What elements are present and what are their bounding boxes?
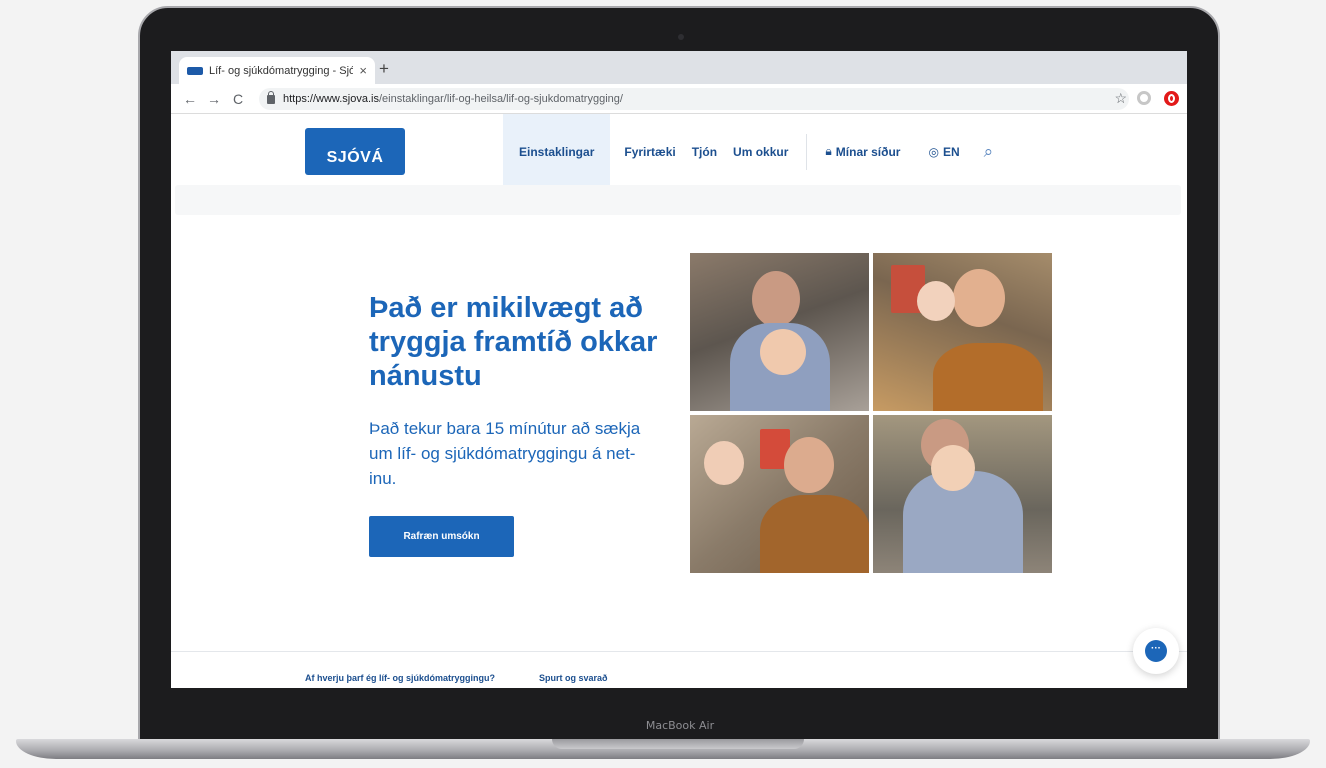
photo-mother-holding-baby (873, 415, 1052, 573)
section-divider (171, 651, 1187, 652)
site-header: SJÓVÁ Einstaklingar Fyrirtæki Tjón Um ok… (171, 114, 1187, 189)
nav-about[interactable]: Um okkur (725, 114, 796, 189)
photo-mother-baby (690, 253, 869, 411)
forward-button[interactable]: → (203, 91, 225, 107)
sub-navigation-bar (175, 185, 1181, 215)
sjova-logo[interactable]: SJÓVÁ (305, 128, 405, 175)
link-faq[interactable]: Spurt og svarað (539, 673, 608, 683)
photo-baby-pacifier (690, 415, 869, 573)
tab-title: Líf- og sjúkdómatrygging - Sjó (209, 64, 354, 77)
reload-button[interactable]: C (227, 91, 249, 107)
family-photo-grid (690, 253, 1053, 573)
hero-text: Það tekur bara 15 mínútur að sækja um lí… (369, 419, 641, 488)
lock-icon (267, 90, 275, 104)
laptop-notch (552, 739, 804, 749)
browser-window: Líf- og sjúkdómatrygging - Sjó × + ← → C… (171, 51, 1187, 688)
nav-my-pages-label: Mínar síður (835, 144, 901, 159)
link-why-insurance[interactable]: Af hverju þarf ég líf- og sjúkdómatryggi… (305, 673, 495, 683)
address-bar[interactable]: https://www.sjova.is/einstaklingar/lif-o… (259, 88, 1129, 110)
device-label: MacBook Air (645, 719, 715, 732)
new-tab-button[interactable]: + (379, 59, 389, 79)
tab-bar: Líf- og sjúkdómatrygging - Sjó × + (171, 51, 1187, 84)
hero-title: Það er mikilvægt að tryggja framtíð okka… (369, 292, 658, 392)
globe-icon: ◎ (928, 144, 939, 159)
apply-online-button[interactable]: Rafræn umsókn (369, 516, 514, 557)
back-button[interactable]: ← (179, 91, 201, 107)
chat-button[interactable]: ··· (1133, 628, 1179, 674)
nav-claims[interactable]: Tjón (684, 114, 725, 189)
laptop-bezel (148, 688, 1210, 740)
chat-bubble-icon: ··· (1145, 640, 1167, 662)
nav-my-pages[interactable]: 🔒︎ Mínar síður (817, 114, 908, 189)
lock-icon: 🔒︎ (825, 144, 832, 158)
opera-extension-icon[interactable] (1164, 91, 1179, 106)
camera-icon (678, 34, 684, 40)
extension-icon[interactable] (1137, 91, 1151, 105)
close-tab-icon[interactable]: × (359, 63, 367, 78)
search-icon[interactable]: ⌕ (968, 142, 1010, 162)
main-nav: Einstaklingar Fyrirtæki Tjón Um okkur 🔒︎… (503, 114, 1009, 189)
browser-toolbar: ← → C https://www.sjova.is/einstaklingar… (171, 84, 1187, 114)
photo-father-baby (873, 253, 1052, 411)
url-path: /einstaklingar/lif-og-heilsa/lif-og-sjuk… (378, 93, 623, 105)
nav-individuals[interactable]: Einstaklingar (503, 114, 611, 189)
url-host: https://www.sjova.is (283, 93, 379, 105)
nav-companies[interactable]: Fyrirtæki (610, 114, 683, 189)
favicon-icon (187, 66, 203, 75)
nav-divider (806, 133, 808, 170)
nav-language[interactable]: ◎ EN (908, 114, 967, 189)
bookmark-star-icon[interactable]: ☆ (1114, 90, 1127, 107)
nav-language-label: EN (942, 144, 960, 159)
browser-tab[interactable]: Líf- og sjúkdómatrygging - Sjó × (179, 57, 375, 84)
